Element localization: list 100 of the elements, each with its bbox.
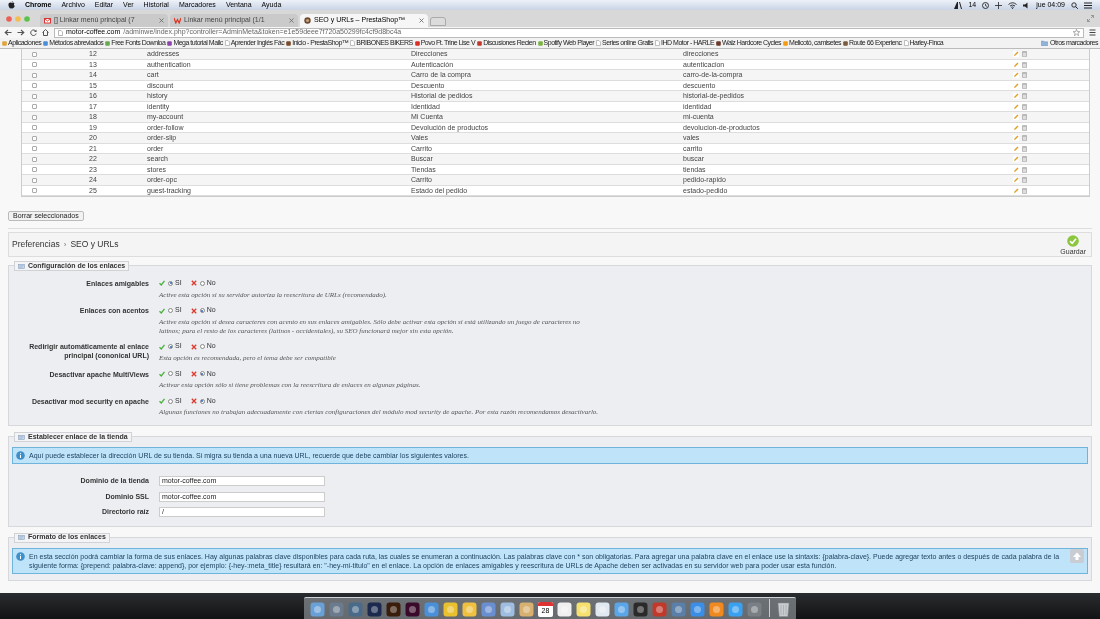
close-icon[interactable]	[289, 18, 294, 23]
app-icon[interactable]	[348, 602, 363, 617]
pencil-icon[interactable]	[1013, 61, 1019, 68]
row-checkbox[interactable]	[32, 135, 37, 141]
trash-icon[interactable]	[1022, 61, 1027, 68]
reload-icon[interactable]	[30, 29, 37, 36]
app-status-icon[interactable]	[954, 1, 963, 9]
radio-button[interactable]	[168, 280, 173, 286]
row-checkbox[interactable]	[32, 114, 37, 120]
menu-icon[interactable]	[1084, 1, 1092, 9]
trash-icon[interactable]	[1022, 145, 1027, 152]
radio-button[interactable]	[199, 344, 205, 349]
app-icon[interactable]	[481, 602, 496, 617]
row-checkbox[interactable]	[32, 188, 37, 194]
radio-button[interactable]	[168, 344, 173, 349]
new-tab-button[interactable]	[430, 17, 446, 26]
pencil-icon[interactable]	[1013, 135, 1019, 142]
row-checkbox[interactable]	[32, 167, 37, 173]
row-checkbox[interactable]	[32, 62, 37, 68]
trash-icon[interactable]	[1022, 124, 1027, 131]
app-icon[interactable]	[500, 602, 515, 617]
radio-button[interactable]	[199, 280, 205, 286]
row-checkbox[interactable]	[32, 93, 37, 99]
favicon-icon	[477, 40, 483, 46]
trash-icon[interactable]	[1022, 166, 1027, 173]
pencil-icon[interactable]	[1013, 177, 1019, 184]
menu-icon[interactable]	[1089, 29, 1096, 36]
app-icon[interactable]	[519, 602, 534, 617]
breadcrumb-link[interactable]: Preferencias	[12, 238, 60, 251]
row-checkbox[interactable]	[32, 156, 37, 162]
pencil-icon[interactable]	[1013, 82, 1019, 89]
star-icon[interactable]	[1073, 29, 1080, 36]
wifi-icon[interactable]	[1008, 1, 1018, 9]
row-checkbox[interactable]	[32, 104, 37, 110]
panel-icon	[18, 434, 25, 440]
radio-button[interactable]	[199, 308, 205, 313]
pencil-icon[interactable]	[1013, 93, 1019, 100]
pencil-icon[interactable]	[1013, 72, 1019, 79]
check-icon	[159, 280, 165, 287]
trash-icon[interactable]	[1022, 82, 1027, 89]
row-checkbox[interactable]	[32, 72, 37, 78]
favicon-icon	[2, 40, 7, 46]
pencil-icon[interactable]	[1013, 156, 1019, 163]
page-icon	[58, 29, 63, 36]
search-icon[interactable]	[1071, 1, 1078, 9]
trash-icon[interactable]	[1022, 103, 1027, 110]
check-icon	[159, 370, 165, 377]
fullscreen-icon[interactable]	[1087, 15, 1094, 22]
favicon-icon	[414, 40, 420, 46]
time-machine-icon[interactable]	[982, 1, 990, 9]
pencil-icon[interactable]	[1013, 124, 1019, 131]
radio-button[interactable]	[199, 371, 205, 377]
trash-icon[interactable]	[1022, 156, 1027, 163]
favicon-icon	[843, 40, 849, 46]
radio-button[interactable]	[199, 398, 205, 404]
trash-icon[interactable]	[1022, 177, 1027, 184]
app-icon[interactable]	[652, 602, 667, 617]
favicon-icon	[783, 40, 789, 46]
pencil-icon[interactable]	[1013, 145, 1019, 152]
back-icon[interactable]	[4, 29, 12, 36]
close-icon[interactable]	[419, 18, 424, 23]
trash-icon[interactable]	[1022, 135, 1027, 142]
forward-icon[interactable]	[17, 29, 25, 36]
trash-icon[interactable]	[1022, 93, 1027, 100]
trash-icon[interactable]	[1022, 114, 1027, 121]
page-icon	[903, 40, 909, 46]
check-icon	[159, 398, 165, 404]
radio-button[interactable]	[168, 308, 173, 313]
trash-icon[interactable]	[1022, 187, 1027, 194]
app-icon[interactable]	[557, 602, 572, 617]
row-checkbox[interactable]	[32, 177, 37, 183]
w-mark-icon	[174, 17, 181, 24]
pencil-icon[interactable]	[1013, 103, 1019, 110]
home-icon[interactable]	[42, 29, 49, 36]
app-icon[interactable]	[367, 602, 382, 617]
favicon-icon	[716, 40, 722, 46]
app-icon[interactable]	[595, 602, 610, 617]
app-icon[interactable]	[462, 602, 477, 617]
cross-icon	[190, 280, 197, 287]
trash-icon[interactable]	[1022, 72, 1027, 79]
app-icon[interactable]	[386, 602, 401, 617]
row-checkbox[interactable]	[32, 146, 37, 152]
info-icon	[16, 451, 25, 460]
radio-button[interactable]	[168, 371, 173, 377]
pencil-icon[interactable]	[1013, 187, 1019, 194]
page-icon	[596, 40, 601, 46]
row-checkbox[interactable]	[32, 51, 37, 57]
scroll-top-button[interactable]	[1070, 549, 1084, 563]
pencil-icon[interactable]	[1013, 166, 1019, 173]
pencil-icon[interactable]	[1013, 114, 1019, 121]
app-icon[interactable]	[671, 602, 686, 617]
app-icon[interactable]	[405, 602, 420, 617]
trash-icon[interactable]	[1022, 51, 1027, 58]
trash-can-icon[interactable]	[777, 601, 790, 617]
radio-button[interactable]	[168, 398, 173, 404]
apple-icon[interactable]	[8, 1, 15, 9]
row-checkbox[interactable]	[32, 125, 37, 131]
row-checkbox[interactable]	[32, 83, 37, 89]
pencil-icon[interactable]	[1013, 51, 1019, 58]
close-icon[interactable]	[159, 18, 164, 23]
